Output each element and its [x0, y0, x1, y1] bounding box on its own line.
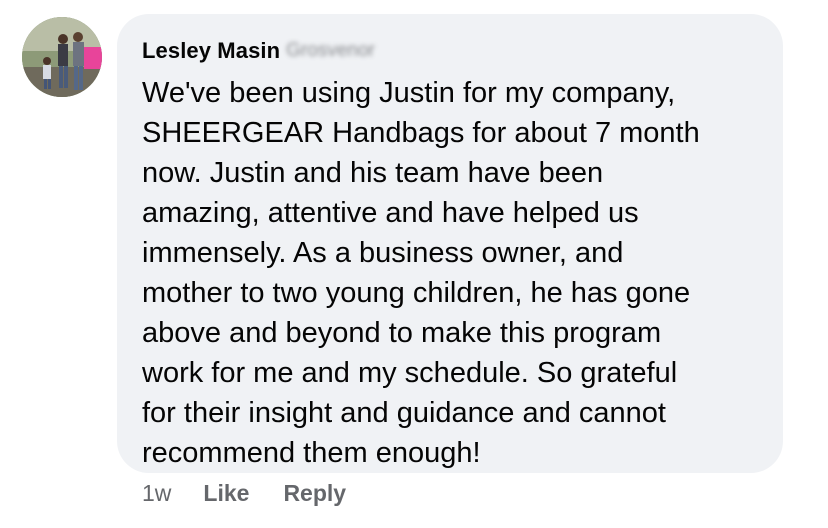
author-row: Lesley Masin Grosvenor	[142, 36, 759, 66]
comment-text: We've been using Justin for my company, …	[142, 77, 700, 469]
comment-timestamp[interactable]: 1w	[142, 480, 171, 507]
comment-actions: 1w Like Reply	[142, 480, 380, 507]
like-button[interactable]: Like	[203, 480, 249, 507]
author-surname-redacted: Grosvenor	[286, 40, 375, 61]
avatar[interactable]	[22, 17, 102, 97]
comment-bubble: Lesley Masin Grosvenor We've been using …	[117, 14, 783, 473]
comment: Lesley Masin Grosvenor We've been using …	[0, 0, 828, 528]
reply-button[interactable]: Reply	[283, 480, 346, 507]
author-name[interactable]: Lesley Masin	[142, 38, 280, 64]
avatar-photo	[22, 17, 102, 97]
